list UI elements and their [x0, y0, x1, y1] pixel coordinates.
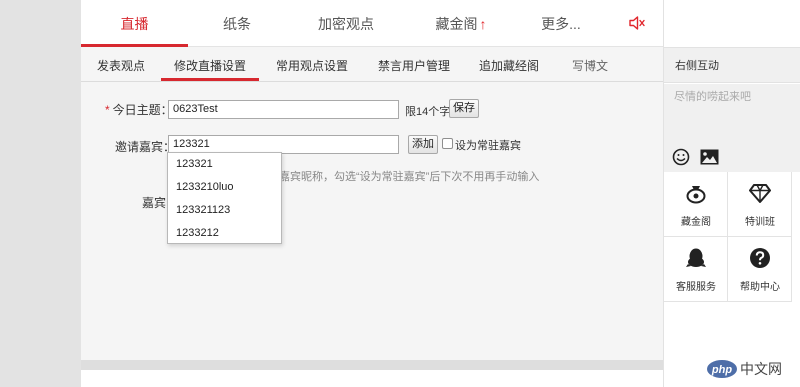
diamond-icon	[749, 184, 771, 203]
top-nav: 直播 纸条 加密观点 藏金阁 ↑ 更多...	[81, 0, 663, 47]
service-help-center[interactable]: 帮助中心	[728, 237, 792, 302]
image-icon[interactable]	[700, 149, 719, 165]
up-arrow-icon: ↑	[479, 16, 487, 32]
service-treasure-pavilion[interactable]: 藏金阁	[664, 172, 728, 237]
watermark-text: 中文网	[740, 362, 782, 378]
tab-encrypted-views[interactable]: 加密观点	[286, 0, 406, 47]
save-button[interactable]: 保存	[449, 99, 479, 118]
tab-treasure-pavilion[interactable]: 藏金阁 ↑	[406, 0, 516, 47]
mute-icon[interactable]	[628, 14, 646, 32]
right-panel-title: 右侧互动	[664, 47, 800, 83]
topic-label: * 今日主题：	[105, 101, 173, 118]
php-watermark-logo: php 中文网	[707, 360, 782, 378]
subtab-banned-users[interactable]: 禁言用户管理	[365, 52, 463, 82]
qq-penguin-icon	[686, 248, 706, 267]
tab-live[interactable]: 直播	[81, 0, 188, 47]
subtab-post-view[interactable]: 发表观点	[81, 52, 161, 82]
tab-treasure-pavilion-label: 藏金阁	[435, 16, 478, 32]
sub-nav: 发表观点 修改直播设置 常用观点设置 禁言用户管理 追加藏经阁 写博文	[81, 52, 663, 82]
bottom-divider	[81, 360, 663, 370]
topic-label-text: 今日主题：	[112, 103, 173, 117]
tab-more[interactable]: 更多...	[516, 0, 606, 47]
autocomplete-option[interactable]: 123321	[168, 153, 281, 176]
permanent-guest-label: 设为常驻嘉宾	[455, 140, 521, 152]
bottom-area	[81, 370, 663, 387]
autocomplete-option[interactable]: 1233212	[168, 222, 281, 245]
tab-notes[interactable]: 纸条	[188, 0, 286, 47]
active-tab-indicator	[81, 44, 188, 47]
service-label: 特训班	[745, 217, 775, 228]
guest-help-text: 嘉宾昵称，勾选“设为常驻嘉宾”后下次不用再手动输入	[279, 171, 540, 183]
subtab-common-views[interactable]: 常用观点设置	[259, 52, 365, 82]
autocomplete-option[interactable]: 123321123	[168, 199, 281, 222]
service-training-class[interactable]: 特训班	[728, 172, 792, 237]
guest-label: 邀请嘉宾：	[115, 140, 176, 154]
autocomplete-dropdown: 123321 1233210luo 123321123 1233212	[167, 152, 282, 244]
subtab-append-collection[interactable]: 追加藏经阁	[463, 52, 555, 82]
permanent-guest-checkbox[interactable]	[442, 138, 453, 149]
service-label: 帮助中心	[740, 282, 780, 293]
main-content: 直播 纸条 加密观点 藏金阁 ↑ 更多... 发表观点 修改直播设置 常用观点设置…	[81, 0, 663, 387]
subtab-write-blog[interactable]: 写博文	[555, 52, 625, 82]
chat-toolbar	[664, 142, 800, 172]
service-label: 客服服务	[676, 282, 716, 293]
chat-input[interactable]: 尽情的唠起来吧	[664, 84, 800, 142]
watermark-logo-text: php	[711, 364, 732, 376]
active-subtab-indicator	[161, 78, 259, 81]
topic-limit-hint: 限14个字	[405, 106, 451, 118]
emoji-icon[interactable]	[672, 148, 690, 166]
left-gutter	[0, 0, 81, 387]
service-label: 藏金阁	[681, 217, 711, 228]
topic-input[interactable]: 0623Test	[168, 100, 399, 119]
add-button[interactable]: 添加	[408, 135, 438, 154]
bag-icon	[686, 186, 706, 204]
service-customer-support[interactable]: 客服服务	[664, 237, 728, 302]
required-mark: *	[105, 103, 110, 117]
autocomplete-option[interactable]: 1233210luo	[168, 176, 281, 199]
guests-label: 嘉宾	[142, 196, 167, 210]
right-panel: 右侧互动 尽情的唠起来吧 藏金阁 特训班 客服服务 帮助中心	[663, 0, 800, 387]
help-icon	[750, 248, 770, 268]
